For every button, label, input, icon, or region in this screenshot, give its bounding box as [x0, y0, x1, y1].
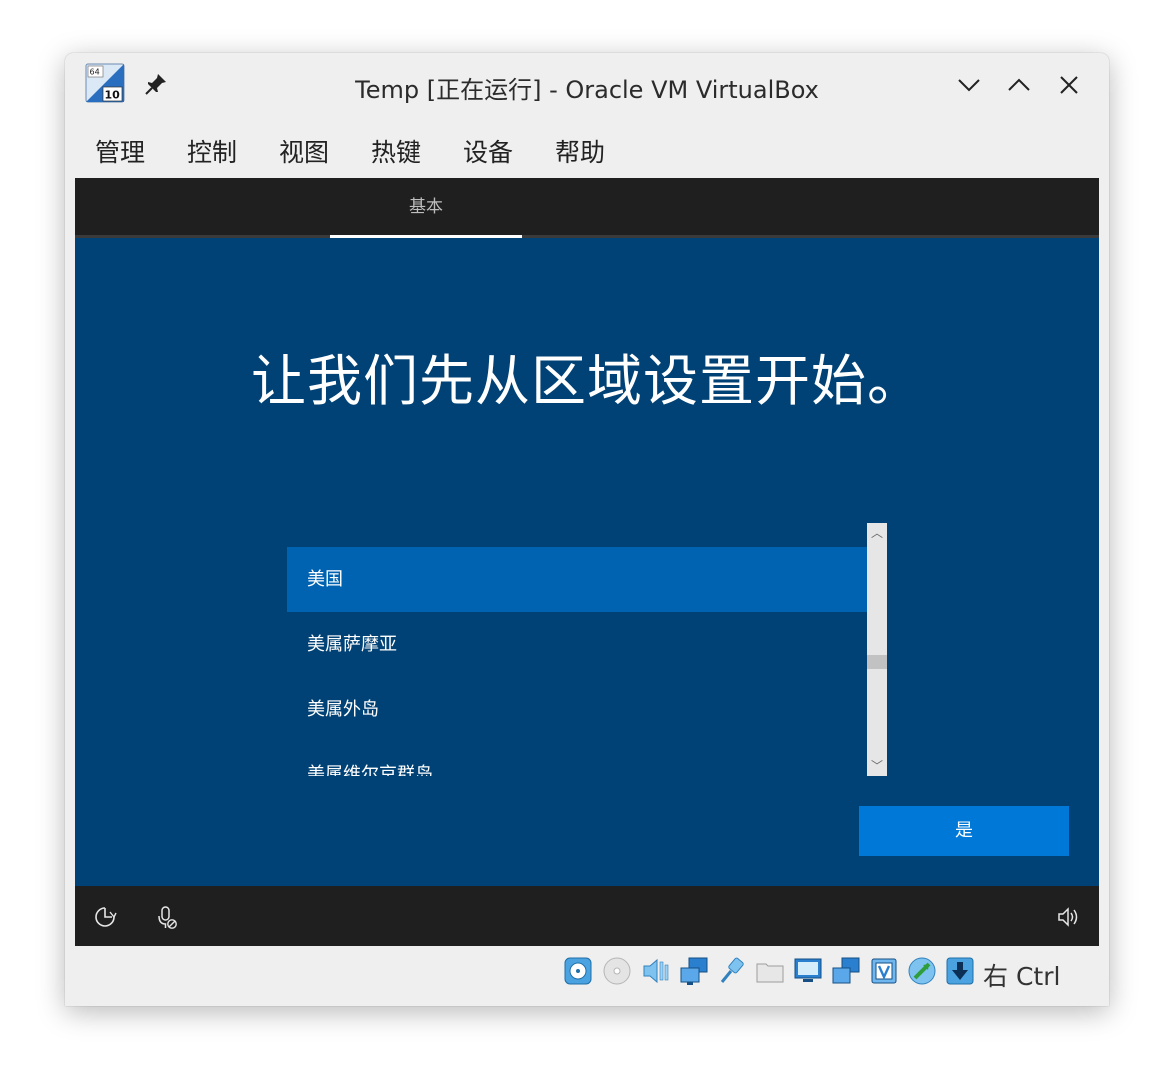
menu-manage[interactable]: 管理: [95, 133, 145, 169]
usb-icon[interactable]: [717, 956, 747, 986]
scroll-down-chevron-icon[interactable]: ﹀: [867, 758, 887, 774]
list-item-partial-top[interactable]: [287, 523, 867, 548]
window-title: Temp [正在运行] - Oracle VM VirtualBox: [355, 76, 819, 104]
list-item-selected[interactable]: 美国: [287, 547, 867, 612]
region-list-scrollbar[interactable]: ︿ ﹀: [867, 523, 887, 776]
list-item[interactable]: 美属萨摩亚: [287, 612, 867, 677]
network-icon[interactable]: [679, 956, 709, 986]
region-list[interactable]: 美国 美属萨摩亚 美属外岛 美属维尔京群岛: [287, 523, 887, 776]
recording-icon[interactable]: [831, 956, 861, 986]
tab-basic: 基本: [409, 197, 443, 217]
shared-folders-icon[interactable]: [755, 956, 785, 986]
menu-bar: 管理 控制 视图 热键 设备 帮助: [65, 125, 1109, 175]
menu-view[interactable]: 视图: [279, 133, 329, 169]
scroll-thumb[interactable]: [867, 655, 887, 669]
menu-control[interactable]: 控制: [187, 133, 237, 169]
keyboard-capture-icon[interactable]: [945, 956, 975, 986]
title-bar: 64 10 Temp [正在运行] - Oracle VM VirtualBox: [65, 53, 1109, 115]
page-heading: 让我们先从区域设置开始。: [250, 349, 923, 413]
vm-display[interactable]: 基本 让我们先从区域设置开始。 美国 美属萨摩亚 美属外岛 美属维尔京群岛 ︿ …: [75, 178, 1099, 946]
menu-hotkeys[interactable]: 热键: [371, 133, 421, 169]
mouse-integration-icon[interactable]: [907, 956, 937, 986]
host-key-label: 右 Ctrl: [983, 962, 1061, 991]
minimize-chevron-down-icon[interactable]: [954, 70, 984, 100]
tab-basic-underline: [330, 235, 522, 238]
menu-help[interactable]: 帮助: [555, 133, 605, 169]
oobe-top-divider: [75, 235, 1099, 238]
oobe-top-bar: [75, 178, 1099, 235]
audio-icon[interactable]: [641, 956, 671, 986]
volume-icon[interactable]: [1055, 904, 1081, 930]
status-bar: 右 Ctrl: [65, 951, 1109, 999]
display-icon[interactable]: [793, 956, 823, 986]
oobe-bottom-bar: [75, 886, 1099, 946]
maximize-chevron-up-icon[interactable]: [1004, 70, 1034, 100]
optical-drive-icon[interactable]: [602, 956, 632, 986]
list-item-partial-bottom[interactable]: 美属维尔京群岛: [287, 742, 867, 776]
list-item[interactable]: 美属外岛: [287, 677, 867, 742]
microphone-off-icon[interactable]: [154, 904, 180, 930]
cpu-icon[interactable]: [869, 956, 899, 986]
yes-button[interactable]: 是: [859, 806, 1069, 856]
ease-of-access-icon[interactable]: [92, 904, 118, 930]
virtualbox-window: 64 10 Temp [正在运行] - Oracle VM VirtualBox…: [65, 53, 1109, 1006]
close-icon[interactable]: [1054, 70, 1084, 100]
menu-devices[interactable]: 设备: [463, 133, 513, 169]
hard-disk-icon[interactable]: [563, 956, 593, 986]
scroll-up-chevron-icon[interactable]: ︿: [867, 525, 887, 541]
